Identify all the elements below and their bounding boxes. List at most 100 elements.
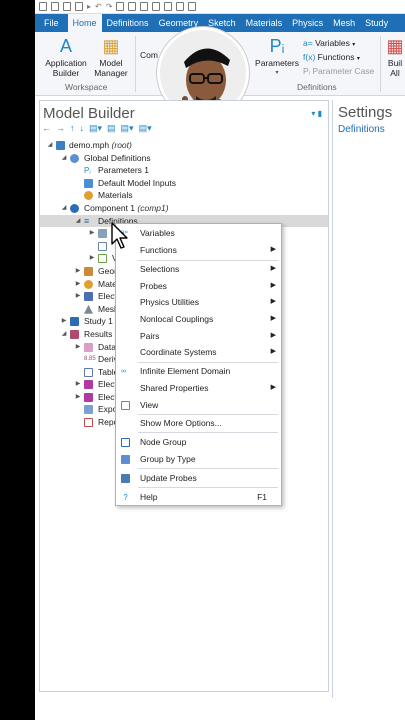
move-up-icon[interactable]: ↑ <box>70 123 75 135</box>
expand-arrow-icon[interactable]: ▶ <box>60 315 68 328</box>
menu-item-coordinate-systems[interactable]: Coordinate Systems ▶ <box>116 345 281 359</box>
open-file-icon[interactable] <box>51 2 59 11</box>
menu-item-physics-utilities[interactable]: Physics Utilities ▶ <box>116 295 281 309</box>
expand-arrow-icon[interactable]: ▶ <box>88 227 96 240</box>
back-arrow-icon[interactable]: ← <box>42 123 51 135</box>
play-icon[interactable]: ▸ <box>87 2 91 11</box>
tab-mesh[interactable]: Mesh <box>328 14 360 32</box>
delete-icon[interactable] <box>152 2 160 11</box>
windows-icon[interactable] <box>176 2 184 11</box>
paste-icon[interactable] <box>128 2 136 11</box>
collapse-arrow-icon[interactable]: ◢ <box>74 215 82 228</box>
reset-desktop-icon[interactable] <box>188 2 196 11</box>
application-builder-button[interactable]: A Application Builder <box>41 36 91 78</box>
settings-title: Settings <box>338 104 392 121</box>
tab-study[interactable]: Study <box>360 14 393 32</box>
collapse-arrow-icon[interactable]: ◢ <box>60 328 68 341</box>
quick-access-toolbar: ▸ ↶ ↷ <box>35 0 405 14</box>
tree-node-parameters-1[interactable]: Pᵢ Parameters 1 <box>40 164 328 177</box>
expand-arrow-icon[interactable]: ▶ <box>74 391 82 404</box>
expand-arrow-icon[interactable]: ▶ <box>74 290 82 303</box>
expand-arrow-icon[interactable]: ▶ <box>74 265 82 278</box>
collapse-arrow-icon[interactable]: ◢ <box>46 139 54 152</box>
collapse-icon[interactable]: ▤ <box>107 123 116 135</box>
component-icon[interactable] <box>164 2 172 11</box>
undo-icon[interactable]: ↶ <box>95 2 102 11</box>
parameters-label: Parameters <box>255 58 299 68</box>
print-icon[interactable] <box>75 2 83 11</box>
build-all-button[interactable]: ▦ Buil All <box>385 36 405 78</box>
build-all-label-2: All <box>390 68 399 78</box>
parameter-case-command[interactable]: Pᵢ Parameter Case <box>303 66 374 76</box>
menu-item-label: Probes <box>140 279 167 293</box>
functions-command[interactable]: f(x) Functions ▾ <box>303 52 360 62</box>
parameters-icon: Pᵢ <box>255 36 299 56</box>
menu-item-shortcut: F1 <box>257 490 267 504</box>
menu-item-functions[interactable]: Functions ▶ <box>116 243 281 257</box>
tab-file[interactable]: File <box>35 14 68 32</box>
collapse-arrow-icon[interactable]: ◢ <box>60 202 68 215</box>
expand-arrow-icon[interactable]: ▶ <box>74 278 82 291</box>
copy-icon[interactable] <box>116 2 124 11</box>
menu-item-infinite-element-domain[interactable]: ∞ Infinite Element Domain <box>116 364 281 378</box>
expand-arrow-icon[interactable]: ▶ <box>88 252 96 265</box>
options-icon[interactable]: ▤▾ <box>139 123 152 135</box>
tab-physics[interactable]: Physics <box>287 14 328 32</box>
tree-node-materials-global[interactable]: Materials <box>40 189 328 202</box>
tree-node-global-definitions[interactable]: ◢ Global Definitions <box>40 152 328 165</box>
tree-node-root[interactable]: ◢ demo.mph (root) <box>40 139 328 152</box>
menu-item-node-group[interactable]: Node Group <box>116 435 281 449</box>
new-file-icon[interactable] <box>39 2 47 11</box>
expand-arrow-icon[interactable]: ▶ <box>74 341 82 354</box>
menu-item-label: Group by Type <box>140 452 196 466</box>
parameters-icon: Pᵢ <box>84 166 93 175</box>
menu-item-update-probes[interactable]: Update Probes <box>116 471 281 485</box>
tab-materials[interactable]: Materials <box>241 14 288 32</box>
tree-node-component-1[interactable]: ◢ Component 1 (comp1) <box>40 202 328 215</box>
duplicate-icon[interactable] <box>140 2 148 11</box>
results-label: Results <box>84 328 112 341</box>
tab-definitions[interactable]: Definitions <box>102 14 154 32</box>
submenu-arrow-icon: ▶ <box>271 295 276 309</box>
collapse-arrow-icon[interactable]: ◢ <box>60 152 68 165</box>
redo-icon[interactable]: ↷ <box>106 2 113 11</box>
show-icon[interactable]: ▤▾ <box>89 123 102 135</box>
parameters-button[interactable]: Pᵢ Parameters ▾ <box>255 36 299 78</box>
menu-item-probes[interactable]: Probes ▶ <box>116 279 281 293</box>
menu-item-variables[interactable]: a= Variables <box>116 226 281 240</box>
menu-item-show-more-options[interactable]: Show More Options... <box>116 416 281 430</box>
move-down-icon[interactable]: ↓ <box>80 123 85 135</box>
menu-item-label: Pairs <box>140 329 159 343</box>
application-builder-icon: A <box>41 36 91 56</box>
build-all-label-1: Buil <box>388 58 402 68</box>
expand-icon[interactable]: ▤▾ <box>121 123 134 135</box>
menu-separator <box>138 414 278 415</box>
global-definitions-label: Global Definitions <box>84 152 151 165</box>
model-manager-button[interactable]: ▦ Model Manager <box>91 36 131 78</box>
menu-separator <box>138 432 278 433</box>
reports-icon <box>84 418 93 427</box>
component-button[interactable]: Com <box>139 50 159 60</box>
derived-values-icon: 8.85 <box>84 355 93 364</box>
mouse-pointer-icon <box>111 222 129 252</box>
variables-command[interactable]: a= Variables ▾ <box>303 38 355 48</box>
tree-node-default-model-inputs[interactable]: Default Model Inputs <box>40 177 328 190</box>
menu-item-group-by-type[interactable]: Group by Type <box>116 452 281 466</box>
menu-item-shared-properties[interactable]: Shared Properties ▶ <box>116 381 281 395</box>
component-label: Com <box>140 50 158 60</box>
menu-item-selections[interactable]: Selections ▶ <box>116 262 281 276</box>
save-icon[interactable] <box>63 2 71 11</box>
menu-item-label: Nonlocal Couplings <box>140 312 213 326</box>
panel-menu-icon[interactable]: ▾ ▮ <box>311 109 322 118</box>
menu-item-help[interactable]: ? Help F1 <box>116 490 281 504</box>
forward-arrow-icon[interactable]: → <box>56 123 65 135</box>
ribbon-separator <box>380 36 381 92</box>
results-icon <box>70 330 79 339</box>
menu-item-nonlocal-couplings[interactable]: Nonlocal Couplings ▶ <box>116 312 281 326</box>
expand-arrow-icon[interactable]: ▶ <box>74 378 82 391</box>
menu-item-view[interactable]: View <box>116 398 281 412</box>
parameter-case-label: Parameter Case <box>312 66 374 76</box>
tab-home[interactable]: Home <box>68 14 102 32</box>
study-icon <box>70 317 79 326</box>
menu-item-pairs[interactable]: Pairs ▶ <box>116 329 281 343</box>
